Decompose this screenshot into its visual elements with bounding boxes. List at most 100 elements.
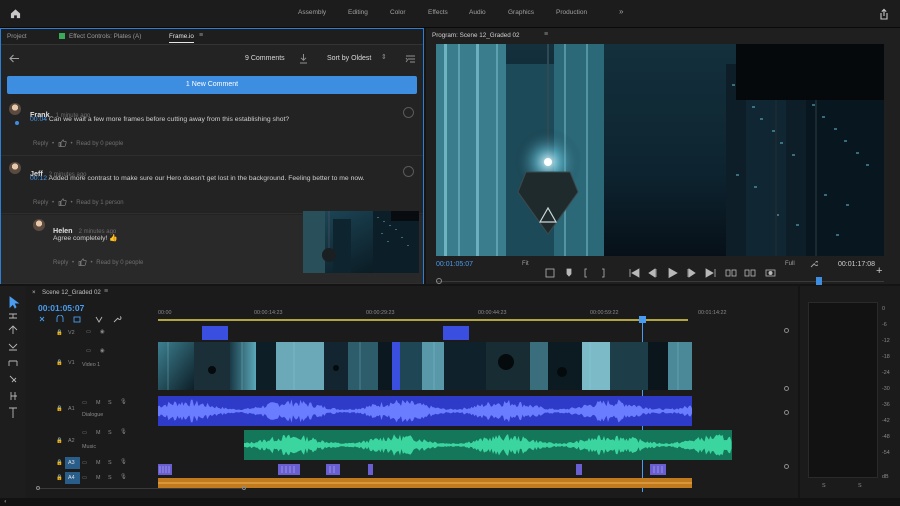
ruler-label: 00:00:59:22 bbox=[590, 310, 619, 316]
program-menu-icon[interactable]: ≡ bbox=[544, 31, 548, 38]
reply-link[interactable]: Reply bbox=[33, 200, 48, 206]
eye-icon[interactable]: ◉ bbox=[100, 348, 105, 354]
resolve-checkbox[interactable] bbox=[403, 107, 414, 118]
meter-tick: 0 bbox=[882, 306, 885, 312]
workspace-graphics[interactable]: Graphics bbox=[508, 9, 534, 16]
meter-tick: dB bbox=[882, 474, 889, 480]
solo-button[interactable]: S bbox=[108, 430, 112, 436]
read-receipt: Read by 0 people bbox=[96, 260, 144, 266]
timeline-tracks[interactable] bbox=[158, 324, 738, 496]
vertical-scroll-handle[interactable] bbox=[784, 386, 789, 391]
meter-tick: -18 bbox=[882, 354, 890, 360]
program-timecode-in[interactable]: 00:01:05:07 bbox=[436, 261, 473, 268]
sort-chevron-icon[interactable]: ⇕ bbox=[381, 53, 387, 61]
horizontal-scrollbar[interactable] bbox=[40, 488, 242, 489]
zoom-dropdown[interactable]: Fit bbox=[522, 261, 529, 267]
track-v2-label: V2 bbox=[68, 330, 75, 336]
comment-divider bbox=[1, 155, 423, 156]
program-playhead[interactable] bbox=[816, 277, 823, 285]
sync-lock-icon[interactable]: ▭ bbox=[86, 329, 91, 335]
workspace-audio[interactable]: Audio bbox=[469, 9, 486, 16]
new-comment-button[interactable]: 1 New Comment bbox=[7, 76, 417, 94]
v2-clip bbox=[443, 326, 469, 340]
work-area-bar[interactable] bbox=[158, 319, 688, 321]
filter-icon[interactable] bbox=[405, 54, 416, 64]
sequence-menu-icon[interactable]: ≡ bbox=[104, 288, 108, 295]
lock-icon[interactable]: 🔒 bbox=[56, 406, 63, 412]
time-ruler[interactable]: 00:00 00:00:14:23 00:00:29:23 00:00:44:2… bbox=[158, 308, 726, 322]
solo-button[interactable]: S bbox=[108, 475, 112, 481]
vertical-scroll-handle[interactable] bbox=[784, 328, 789, 333]
effect-controls-label-icon bbox=[59, 33, 65, 39]
workspace-effects[interactable]: Effects bbox=[428, 9, 448, 16]
solo-channel-right[interactable]: S bbox=[858, 483, 862, 489]
like-icon[interactable] bbox=[58, 139, 67, 149]
mute-button[interactable]: M bbox=[96, 400, 101, 406]
tab-frameio[interactable]: Frame.io bbox=[169, 33, 194, 43]
reply-link[interactable]: Reply bbox=[53, 260, 68, 266]
download-icon[interactable] bbox=[299, 53, 308, 64]
track-dialogue-name: Dialogue bbox=[82, 412, 104, 418]
share-icon[interactable] bbox=[878, 8, 890, 20]
tab-menu-icon[interactable]: ≡ bbox=[199, 32, 203, 39]
track-select-icon bbox=[9, 313, 17, 319]
mic-icon[interactable]: 🎙 bbox=[120, 459, 127, 465]
zoom-in-handle[interactable] bbox=[242, 486, 246, 490]
sort-dropdown[interactable]: Sort by Oldest bbox=[327, 55, 371, 62]
solo-button[interactable]: S bbox=[108, 400, 112, 406]
workspace-color[interactable]: Color bbox=[390, 9, 406, 16]
track-headers: 🔒 V2 ▭ ◉ ▭ ◉ 🔒 V1 Video 1 🔒 A1 ▭ M S 🎙 D… bbox=[52, 326, 156, 496]
comment-timecode[interactable]: 00:04 bbox=[30, 116, 47, 123]
lock-icon[interactable]: 🔒 bbox=[56, 460, 63, 466]
sync-lock-icon[interactable]: ▭ bbox=[86, 348, 91, 354]
mic-icon[interactable]: 🎙 bbox=[120, 399, 127, 405]
sync-lock-icon[interactable]: ▭ bbox=[82, 475, 87, 481]
add-marker-icon bbox=[95, 316, 103, 323]
workspace-production[interactable]: Production bbox=[556, 9, 587, 16]
sequence-tab[interactable]: Scene 12_Graded 02 bbox=[42, 289, 101, 296]
scrub-start-handle[interactable] bbox=[436, 278, 442, 284]
sync-lock-icon[interactable]: ▭ bbox=[82, 460, 87, 466]
sequence-close-icon[interactable]: × bbox=[32, 289, 36, 296]
lock-icon[interactable]: 🔒 bbox=[56, 438, 63, 444]
workspace-editing[interactable]: Editing bbox=[348, 9, 368, 16]
marker-icon bbox=[545, 268, 555, 278]
tab-project[interactable]: Project bbox=[7, 33, 27, 40]
mute-button[interactable]: M bbox=[96, 430, 101, 436]
lock-icon[interactable]: 🔒 bbox=[56, 360, 63, 366]
workspace-assembly[interactable]: Assembly bbox=[298, 9, 326, 16]
playhead-handle[interactable] bbox=[639, 316, 646, 323]
meter-tick: -30 bbox=[882, 386, 890, 392]
wrench-icon[interactable] bbox=[810, 260, 818, 268]
track-music-name: Music bbox=[82, 444, 97, 450]
comment-frame-thumbnail[interactable] bbox=[303, 211, 419, 273]
vertical-scroll-handle[interactable] bbox=[784, 464, 789, 469]
comment-timecode[interactable]: 00:12 bbox=[30, 175, 47, 182]
vertical-scroll-handle[interactable] bbox=[784, 410, 789, 415]
more-workspaces-icon[interactable]: » bbox=[619, 7, 623, 16]
solo-button[interactable]: S bbox=[108, 460, 112, 466]
meter-tick: -48 bbox=[882, 434, 890, 440]
sync-lock-icon[interactable]: ▭ bbox=[82, 400, 87, 406]
sync-lock-icon[interactable]: ▭ bbox=[82, 430, 87, 436]
program-viewer[interactable] bbox=[436, 44, 884, 256]
lock-icon[interactable]: 🔒 bbox=[56, 330, 63, 336]
resolve-checkbox[interactable] bbox=[403, 166, 414, 177]
ruler-label: 00:00:29:23 bbox=[366, 310, 395, 316]
home-icon[interactable] bbox=[10, 8, 21, 19]
lock-icon[interactable]: 🔒 bbox=[56, 475, 63, 481]
tab-effect-controls[interactable]: Effect Controls: Plates (A) bbox=[69, 33, 141, 40]
timeline-timecode[interactable]: 00:01:05:07 bbox=[38, 303, 84, 313]
like-icon[interactable] bbox=[58, 198, 67, 208]
back-arrow-icon[interactable] bbox=[9, 54, 20, 63]
mute-button[interactable]: M bbox=[96, 460, 101, 466]
solo-channel-left[interactable]: S bbox=[822, 483, 826, 489]
add-button-icon[interactable]: + bbox=[876, 265, 882, 277]
like-icon[interactable] bbox=[78, 258, 87, 268]
mic-icon[interactable]: 🎙 bbox=[120, 429, 127, 435]
mic-icon[interactable]: 🎙 bbox=[120, 474, 127, 480]
status-bar-icon[interactable]: ◐ bbox=[4, 499, 8, 505]
eye-icon[interactable]: ◉ bbox=[100, 329, 105, 335]
reply-link[interactable]: Reply bbox=[33, 141, 48, 147]
mute-button[interactable]: M bbox=[96, 475, 101, 481]
